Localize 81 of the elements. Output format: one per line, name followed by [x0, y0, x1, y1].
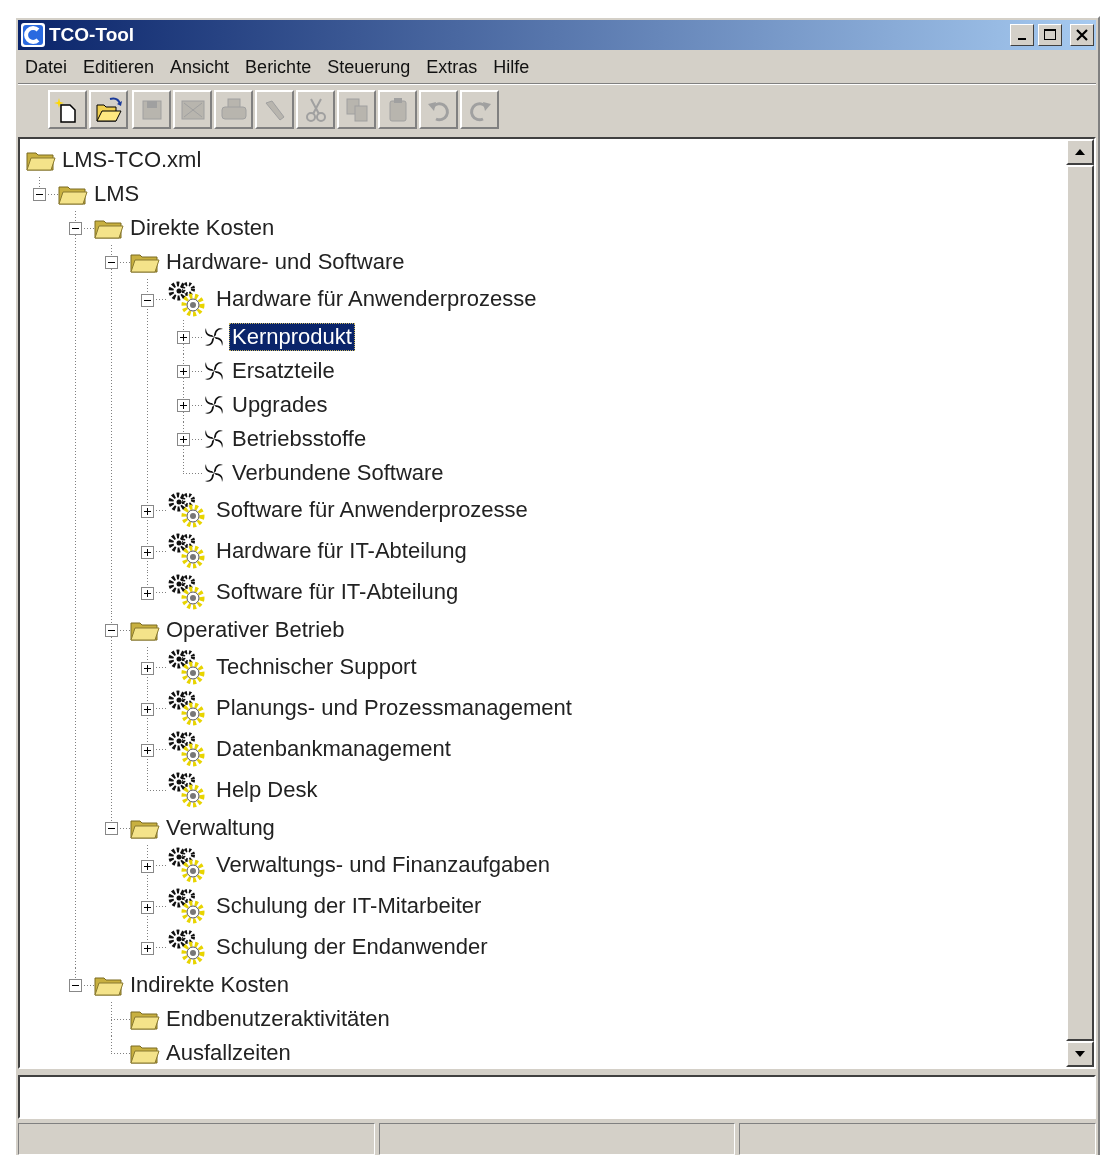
tree-item[interactable]: Schulung der IT-Mitarbeiter	[213, 892, 485, 921]
tree-item[interactable]: Verwaltungs- und Finanzaufgaben	[213, 851, 553, 880]
menu-item[interactable]: Datei	[18, 54, 77, 81]
minimize-button[interactable]	[1010, 24, 1034, 46]
close-button[interactable]	[1070, 24, 1094, 46]
expand-toggle[interactable]	[141, 941, 154, 955]
spiral-icon	[202, 427, 226, 451]
folder-icon	[94, 217, 124, 239]
window-title: TCO-Tool	[49, 22, 135, 47]
maximize-icon	[1043, 28, 1057, 42]
tree-item[interactable]: Hardware- und Software	[163, 247, 408, 277]
menu-item[interactable]: Berichte	[238, 54, 321, 81]
scroll-up-button[interactable]	[1066, 139, 1094, 165]
expand-toggle[interactable]	[141, 504, 154, 518]
tree-item[interactable]: LMS-TCO.xml	[59, 145, 205, 175]
tree-item[interactable]: Indirekte Kosten	[127, 970, 292, 1000]
scroll-down-button[interactable]	[1066, 1041, 1094, 1067]
app-icon	[20, 22, 46, 48]
expand-toggle[interactable]	[177, 365, 190, 378]
expand-toggle[interactable]	[141, 702, 154, 716]
folder-icon	[130, 817, 160, 839]
tree-item[interactable]: Schulung der Endanwender	[213, 933, 491, 962]
collapse-toggle[interactable]	[33, 188, 46, 201]
tree-item[interactable]: Technischer Support	[213, 653, 420, 682]
tree-item[interactable]: Software für IT-Abteilung	[213, 578, 462, 607]
tree-item[interactable]: Help Desk	[213, 776, 321, 805]
spiral-icon	[202, 461, 226, 485]
toolbar-button[interactable]	[48, 90, 87, 129]
minimize-icon	[1018, 38, 1026, 40]
tree-item[interactable]: Hardware für Anwenderprozesse	[213, 285, 540, 314]
menu-item[interactable]: Hilfe	[486, 54, 539, 81]
menu-item[interactable]: Editieren	[76, 54, 164, 81]
tree-item[interactable]: Planungs- und Prozessmanagement	[213, 694, 575, 723]
expand-toggle[interactable]	[141, 743, 154, 757]
tree-item[interactable]: Datenbankmanagement	[213, 735, 454, 764]
spiral-icon	[202, 359, 226, 383]
tree-item[interactable]: Ersatzteile	[229, 356, 338, 386]
toolbar-button[interactable]	[89, 90, 128, 129]
expand-toggle[interactable]	[141, 545, 154, 559]
up-arrow-icon	[1075, 149, 1085, 155]
tree-item[interactable]: Direkte Kosten	[127, 213, 278, 243]
folder-icon	[58, 183, 88, 205]
collapse-toggle[interactable]	[69, 222, 82, 235]
expand-toggle[interactable]	[141, 859, 154, 873]
tree-item[interactable]: Upgrades	[229, 390, 331, 420]
spiral-icon	[202, 393, 226, 417]
collapse-toggle[interactable]	[69, 979, 82, 992]
folder-icon	[130, 251, 160, 273]
collapse-toggle[interactable]	[105, 822, 118, 835]
menu-item[interactable]: Ansicht	[163, 54, 239, 81]
tree-item[interactable]: Verwaltung	[163, 813, 278, 843]
tree-item[interactable]: LMS	[91, 179, 143, 209]
expand-toggle[interactable]	[141, 586, 154, 600]
tree-item[interactable]: Software für Anwenderprozesse	[213, 496, 531, 525]
expand-toggle[interactable]	[177, 331, 190, 344]
tree-item[interactable]: Operativer Betrieb	[163, 615, 348, 645]
menu-item[interactable]: Extras	[419, 54, 487, 81]
down-arrow-icon	[1075, 1051, 1085, 1057]
collapse-toggle[interactable]	[105, 256, 118, 269]
collapse-toggle[interactable]	[105, 624, 118, 637]
expand-toggle[interactable]	[141, 900, 154, 914]
text-field[interactable]	[18, 1075, 1096, 1119]
folder-icon	[26, 149, 56, 171]
maximize-button[interactable]	[1038, 24, 1062, 46]
expand-toggle[interactable]	[141, 661, 154, 675]
tree-item[interactable]: Betriebsstoffe	[229, 424, 370, 454]
folder-icon	[130, 1042, 160, 1064]
tree-item[interactable]: Ausfallzeiten	[163, 1038, 294, 1067]
folder-icon	[94, 974, 124, 996]
tree-item[interactable]: Endbenutzeraktivitäten	[163, 1004, 393, 1034]
menu-item[interactable]: Steuerung	[320, 54, 420, 81]
expand-toggle[interactable]	[177, 399, 190, 412]
tree-item[interactable]: Verbundene Software	[229, 458, 447, 488]
collapse-toggle[interactable]	[141, 293, 154, 307]
expand-toggle[interactable]	[177, 433, 190, 446]
close-icon	[1075, 28, 1089, 42]
spiral-icon	[202, 325, 226, 349]
folder-icon	[130, 1008, 160, 1030]
folder-icon	[130, 619, 160, 641]
tree-item[interactable]: Kernprodukt	[229, 322, 355, 352]
tree-item[interactable]: Hardware für IT-Abteilung	[213, 537, 470, 566]
